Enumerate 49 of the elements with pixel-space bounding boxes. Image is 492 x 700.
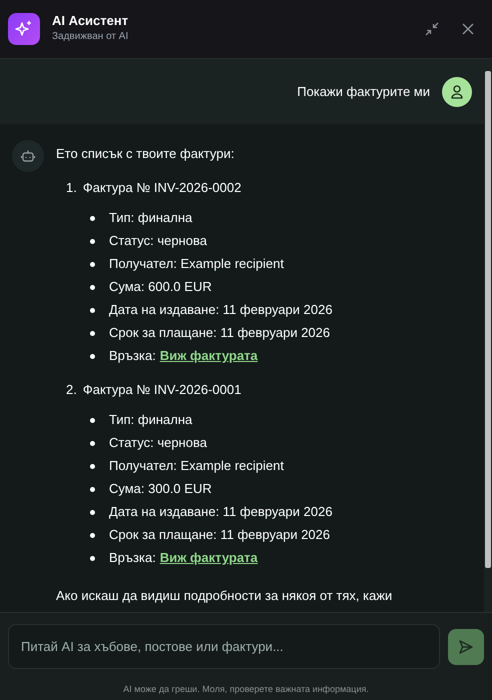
bullet-icon <box>90 556 95 560</box>
invoice-detail: Тип: финална <box>109 209 192 227</box>
assistant-intro: Ето списък с твоите фактури: <box>56 145 236 163</box>
invoice-detail: Получател: Example recipient <box>109 457 284 475</box>
invoice-detail: Дата на издаване: 11 февруари 2026 <box>109 301 332 319</box>
minimize-icon <box>424 21 440 37</box>
list-number: 2. <box>66 381 77 399</box>
invoice-detail: Статус: чернова <box>109 232 207 250</box>
header-subtitle: Задвижван от AI <box>52 30 130 44</box>
scrollbar[interactable] <box>484 59 492 612</box>
bullet-icon <box>90 418 95 422</box>
bullet-icon <box>90 262 95 266</box>
bullet-icon <box>90 216 95 220</box>
invoice-detail: Срок за плащане: 11 февруари 2026 <box>109 324 330 342</box>
invoice-detail: Статус: чернова <box>109 434 207 452</box>
invoice-detail: Сума: 600.0 EUR <box>109 278 212 296</box>
send-button[interactable] <box>448 628 484 664</box>
disclaimer-text: AI може да греши. Моля, проверете важната информация. <box>123 683 369 696</box>
invoice-detail: Получател: Example recipient <box>109 255 284 273</box>
user-avatar-icon <box>442 76 472 106</box>
bullet-icon <box>90 238 95 244</box>
robot-icon <box>12 140 44 172</box>
invoice-detail: Дата на издаване: 11 февруари 2026 <box>109 503 332 521</box>
assistant-closing-text: Ако искаш да видиш подробности за някоя от тях, кажи <box>56 587 392 605</box>
invoice-link[interactable]: Виж фактурата <box>160 346 258 366</box>
list-number: 1. <box>66 179 77 197</box>
invoice-link[interactable]: Виж фактурата <box>160 548 258 568</box>
bullet-icon <box>90 284 95 290</box>
detail-label: Връзка: <box>109 549 156 567</box>
close-icon <box>461 22 475 36</box>
user-message: Покажи фактурите ми <box>297 82 430 101</box>
send-icon <box>458 638 474 654</box>
invoice-title: Фактура № INV-2026-0001 <box>82 381 242 399</box>
invoice-title: Фактура № INV-2026-0002 <box>82 179 242 197</box>
bullet-icon <box>90 440 95 446</box>
message-input[interactable]: Питай AI за хъбове, постове или фактури... <box>8 624 440 669</box>
bullet-icon <box>90 354 95 358</box>
detail-label: Връзка: <box>109 347 156 365</box>
sparkles-icon <box>8 13 40 45</box>
bullet-icon <box>90 464 95 468</box>
bullet-icon <box>90 330 95 336</box>
bullet-icon <box>90 486 95 492</box>
bullet-icon <box>90 510 95 514</box>
invoice-detail: Сума: 300.0 EUR <box>109 480 212 498</box>
bullet-icon <box>90 532 95 538</box>
bullet-icon <box>90 308 95 312</box>
header-title: AI Асистент <box>52 13 130 29</box>
invoice-detail: Тип: финална <box>109 411 192 429</box>
invoice-detail: Срок за плащане: 11 февруари 2026 <box>109 526 330 544</box>
